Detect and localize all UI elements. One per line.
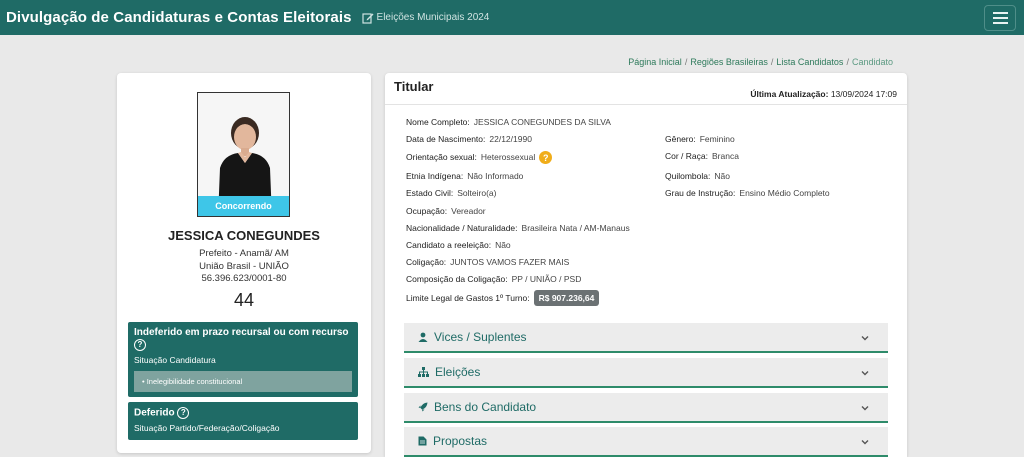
- accordion-label: Eleições: [435, 365, 481, 379]
- field-race: Cor / Raça: Branca: [665, 151, 739, 161]
- accordion-vices-suplentes[interactable]: Vices / Suplentes: [404, 323, 888, 353]
- spending-limit-badge: R$ 907.236,64: [533, 290, 600, 306]
- question-icon[interactable]: ?: [539, 151, 553, 164]
- hamburger-menu-button[interactable]: [984, 5, 1016, 31]
- candidate-party: União Brasil - UNIÃO: [199, 261, 289, 272]
- accordion-propostas[interactable]: Propostas: [404, 427, 888, 457]
- candidate-number: 44: [233, 290, 255, 310]
- edit-icon: [361, 12, 374, 24]
- field-reelection: Candidato a reeleição: Não: [406, 240, 511, 250]
- candidate-office: Prefeito - Anamã/ AM: [199, 248, 289, 259]
- candidate-status-badge: Concorrendo: [198, 196, 289, 216]
- chevron-down-icon: [861, 336, 869, 341]
- field-coalition-composition: Composição da Coligação: PP / UNIÃO / PSD: [406, 274, 582, 284]
- party-status-title: Deferido ?: [134, 407, 352, 420]
- accordion-eleicoes[interactable]: Eleições: [404, 358, 888, 388]
- field-quilombola: Quilombola: Não: [665, 171, 730, 181]
- app-title[interactable]: Divulgação de Candidaturas e Contas Elei…: [6, 9, 352, 26]
- field-education: Grau de Instrução: Ensino Médio Completo: [665, 188, 830, 198]
- election-selector[interactable]: Eleições Municipais 2024: [361, 12, 490, 24]
- field-birth-date: Data de Nascimento: 22/12/1990: [406, 134, 532, 144]
- field-marital-status: Estado Civil: Solteiro(a): [406, 188, 497, 198]
- breadcrumb-home[interactable]: Página Inicial: [628, 57, 682, 67]
- party-status-box: Deferido ? Situação Partido/Federação/Co…: [128, 402, 358, 440]
- breadcrumb: Página Inicial / Regiões Brasileiras / L…: [628, 57, 893, 67]
- person-icon: [418, 332, 428, 342]
- accordion-label: Vices / Suplentes: [434, 330, 527, 344]
- party-status-label: Situação Partido/Federação/Coligação: [134, 422, 280, 433]
- breadcrumb-current: Candidato: [851, 57, 893, 67]
- last-updated: Última Atualização: 13/09/2024 17:09: [750, 89, 897, 99]
- detail-heading: Titular: [394, 79, 434, 94]
- candidacy-status-title: Indeferido em prazo recursal ou com recu…: [134, 327, 349, 351]
- field-indigenous-ethnicity: Etnia Indígena: Não Informado: [406, 171, 524, 181]
- breadcrumb-candidates-list[interactable]: Lista Candidatos: [776, 57, 843, 67]
- field-gender: Gênero: Feminino: [665, 134, 735, 144]
- accordion-label: Bens do Candidato: [434, 400, 537, 414]
- candidacy-status-box: Indeferido em prazo recursal ou com recu…: [128, 322, 358, 397]
- sitemap-icon: [418, 367, 429, 377]
- candidacy-status-reason: • Inelegibilidade constitucional: [134, 370, 352, 392]
- accordion-bens-do-candidato[interactable]: Bens do Candidato: [404, 393, 888, 423]
- breadcrumb-regions[interactable]: Regiões Brasileiras: [690, 57, 768, 67]
- field-spending-limit: Limite Legal de Gastos 1º Turno: R$ 907.2…: [406, 290, 600, 306]
- candidate-cnpj: 56.396.623/0001-80: [201, 273, 287, 284]
- candidate-photo: Concorrendo: [197, 92, 290, 217]
- chevron-down-icon: [861, 406, 869, 411]
- candidate-name: JESSICA CONEGUNDES: [168, 228, 320, 243]
- field-sexual-orientation: Orientação sexual: Heterossexual?: [406, 151, 553, 164]
- field-nationality: Nacionalidade / Naturalidade: Brasileira …: [406, 223, 630, 233]
- top-bar: Divulgação de Candidaturas e Contas Elei…: [0, 0, 1024, 35]
- field-coalition: Coligação: JUNTOS VAMOS FAZER MAIS: [406, 257, 570, 267]
- document-icon: [418, 436, 427, 446]
- accordion-label: Propostas: [433, 434, 488, 448]
- chevron-down-icon: [861, 440, 869, 445]
- help-icon[interactable]: ?: [134, 339, 146, 351]
- help-icon[interactable]: ?: [177, 407, 190, 419]
- election-label: Eleições Municipais 2024: [376, 12, 490, 23]
- candidacy-status-label: Situação Candidatura: [134, 354, 216, 365]
- chevron-down-icon: [861, 371, 869, 376]
- field-full-name: Nome Completo: JESSICA CONEGUNDES DA SILV…: [406, 117, 611, 127]
- detail-header: Titular Última Atualização: 13/09/2024 1…: [385, 73, 907, 105]
- field-occupation: Ocupação: Vereador: [406, 206, 486, 216]
- rocket-icon: [418, 402, 428, 412]
- candidate-summary-card: Concorrendo JESSICA CONEGUNDES Prefeito …: [117, 73, 371, 453]
